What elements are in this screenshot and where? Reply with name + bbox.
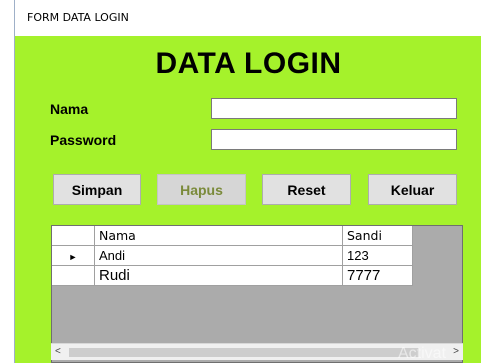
current-row-arrow-icon: ► <box>68 252 78 262</box>
password-label: Password <box>50 132 117 148</box>
cell-nama[interactable]: Andi <box>94 245 343 266</box>
table-row[interactable]: ► Andi 123 <box>52 245 413 266</box>
grid-header-row: Nama Sandi <box>52 226 413 246</box>
title-bar: FORM DATA LOGIN <box>15 0 481 36</box>
keluar-button[interactable]: Keluar <box>368 174 457 205</box>
nama-label: Nama <box>50 101 89 117</box>
scroll-left-icon[interactable]: < <box>55 346 61 357</box>
activation-watermark: Activat <box>398 345 447 362</box>
cell-nama[interactable]: Rudi <box>94 265 343 286</box>
form-heading: DATA LOGIN <box>155 47 342 80</box>
column-header-nama[interactable]: Nama <box>94 226 343 246</box>
hapus-button[interactable]: Hapus <box>157 174 246 205</box>
column-header-sandi[interactable]: Sandi <box>342 226 413 246</box>
simpan-button[interactable]: Simpan <box>53 174 141 205</box>
table-row[interactable]: Rudi 7777 <box>52 265 413 286</box>
reset-button[interactable]: Reset <box>262 174 351 205</box>
row-header[interactable]: ► <box>52 245 95 266</box>
login-form-window: FORM DATA LOGIN DATA LOGIN Nama Password… <box>14 0 481 363</box>
scrollbar-thumb[interactable] <box>69 348 419 357</box>
nama-input[interactable] <box>211 98 457 119</box>
row-header-corner <box>52 226 95 246</box>
cell-sandi[interactable]: 7777 <box>342 265 413 286</box>
row-header[interactable] <box>52 265 95 286</box>
window-title: FORM DATA LOGIN <box>27 11 129 24</box>
password-input[interactable] <box>211 129 457 150</box>
cell-sandi[interactable]: 123 <box>342 245 413 266</box>
grid-table: Nama Sandi ► Andi 123 Rudi 7777 <box>52 226 413 286</box>
scroll-right-icon[interactable]: > <box>453 346 459 357</box>
